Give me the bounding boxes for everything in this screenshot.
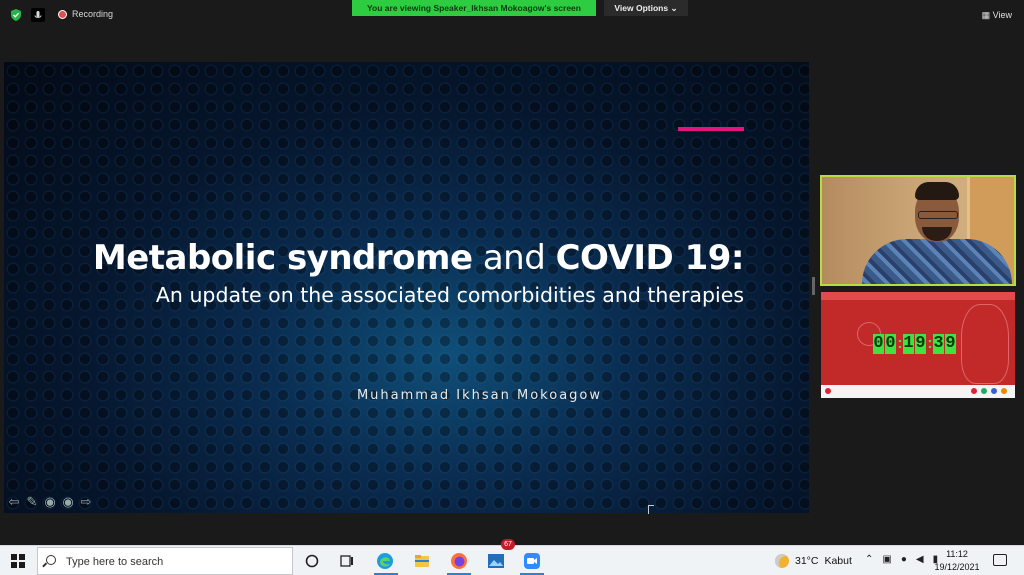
mouse-cursor-icon <box>648 505 654 514</box>
panel-splitter-handle[interactable] <box>812 277 815 295</box>
view-options-label: View Options <box>614 3 669 13</box>
clock-date: 19/12/2021 <box>934 562 980 572</box>
logo-icon <box>991 388 997 394</box>
taskbar-clock[interactable]: 11:12 19/12/2021 <box>932 548 982 574</box>
slide-controls: ⇦ ✎ ◉ ◉ ⇨ <box>6 494 94 510</box>
slide-title-part-3: COVID 19: <box>555 238 745 278</box>
taskbar-search-box[interactable]: Type here to search <box>37 547 293 575</box>
timer-digit: 0 <box>885 334 896 354</box>
network-icon[interactable]: ▣ <box>882 554 891 565</box>
cortana-icon[interactable] <box>303 552 321 570</box>
shared-screen-thumbnail[interactable]: 0 0 : 1 9 : 3 9 <box>821 292 1015 398</box>
windows-start-icon[interactable] <box>11 554 25 568</box>
weather-description: Kabut <box>824 555 852 567</box>
zoom-app-icon[interactable] <box>523 552 541 570</box>
microphone-icon[interactable] <box>31 8 45 22</box>
action-center-icon[interactable] <box>993 554 1007 566</box>
edge-browser-icon[interactable] <box>376 552 394 570</box>
slides-grid-icon[interactable]: ◉ <box>42 494 58 510</box>
recording-label: Recording <box>72 9 114 19</box>
grid-icon: ▦ <box>981 10 991 20</box>
slide-title-part-2: and <box>482 238 546 278</box>
slide-accent-bar <box>678 127 744 131</box>
timer-digit: 9 <box>945 334 956 354</box>
speaker-video-tile[interactable] <box>820 175 1016 286</box>
weather-temperature: 31°C <box>795 555 819 567</box>
speaker-glasses <box>918 211 958 219</box>
speaker-hair <box>915 182 959 200</box>
chevron-down-icon: ⌄ <box>670 3 678 13</box>
chevron-up-icon[interactable]: ⌃ <box>865 554 873 565</box>
timer-digit: 0 <box>873 334 884 354</box>
notification-count-badge: 67 <box>501 539 515 550</box>
slide-title-part-1: Metabolic syndrome <box>92 238 473 278</box>
shared-screen-slide: Metabolic syndrome and COVID 19: An upda… <box>4 62 809 513</box>
next-slide-icon[interactable]: ⇨ <box>78 494 94 510</box>
slide-title: Metabolic syndrome and COVID 19: <box>4 238 745 278</box>
logo-icon <box>825 388 831 394</box>
logo-icon <box>1001 388 1007 394</box>
view-button[interactable]: ▦ View <box>978 7 1016 23</box>
search-placeholder: Type here to search <box>66 556 164 568</box>
windows-taskbar: Type here to search 67 31°C Kabut ⌃ ▣ ● … <box>0 539 1024 575</box>
more-options-icon[interactable]: ◉ <box>60 494 76 510</box>
clock-time: 11:12 <box>946 549 968 559</box>
recording-icon <box>58 10 67 19</box>
timer-digit: 9 <box>915 334 926 354</box>
speaker-volume-icon[interactable]: ◀ <box>916 554 924 565</box>
weather-widget[interactable]: 31°C Kabut <box>775 554 852 568</box>
view-options-button[interactable]: View Options ⌄ <box>604 0 688 16</box>
logo-icon <box>971 388 977 394</box>
countdown-timer: 0 0 : 1 9 : 3 9 <box>873 333 957 355</box>
slide-author: Muhammad Ikhsan Mokoagow <box>356 388 602 403</box>
weather-sun-cloud-icon <box>775 554 789 568</box>
task-view-icon[interactable] <box>338 552 356 570</box>
slide-subtitle: An update on the associated comorbiditie… <box>155 283 744 307</box>
logo-icon <box>981 388 987 394</box>
timer-digit: 1 <box>903 334 914 354</box>
thumbnail-footer <box>821 385 1015 398</box>
previous-slide-icon[interactable]: ⇦ <box>6 494 22 510</box>
zoom-top-bar: Recording You are viewing Speaker_Ikhsan… <box>0 0 1024 30</box>
file-explorer-icon[interactable] <box>413 552 431 570</box>
view-label: View <box>992 10 1012 20</box>
photos-app-icon[interactable] <box>487 552 505 570</box>
timer-digit: 3 <box>933 334 944 354</box>
firefox-icon[interactable] <box>450 552 468 570</box>
viewing-screen-banner: You are viewing Speaker_Ikhsan Mokoagow'… <box>352 0 596 16</box>
search-icon <box>46 555 56 565</box>
thumbnail-header <box>821 292 1015 300</box>
pen-icon[interactable]: ✎ <box>24 494 40 510</box>
microphone-icon[interactable]: ● <box>901 554 907 565</box>
lungs-icon <box>961 304 1009 384</box>
system-tray: ⌃ ▣ ● ◀ ▮ <box>865 554 938 565</box>
speaker-body <box>862 239 1012 284</box>
shield-icon[interactable] <box>9 8 23 22</box>
